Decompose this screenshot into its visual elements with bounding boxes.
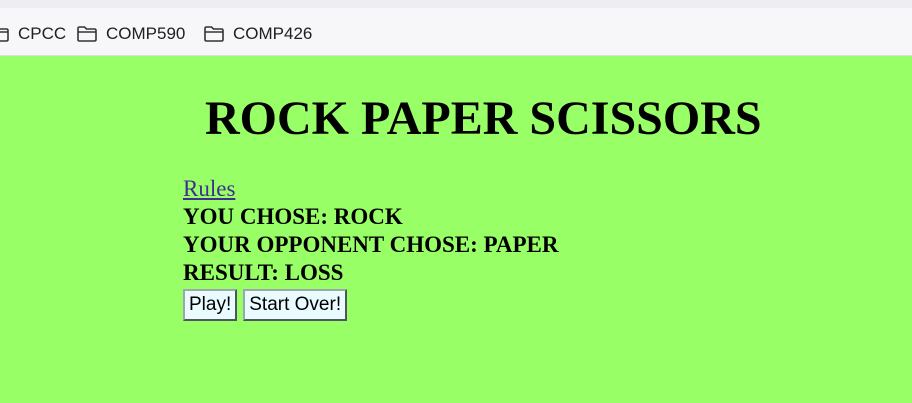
bookmarks-bar: CPCC COMP590 COMP426: [0, 8, 912, 56]
player-choice-text: YOU CHOSE: ROCK: [183, 204, 403, 229]
bookmark-comp590[interactable]: COMP590: [76, 22, 185, 46]
button-row: Play! Start Over!: [183, 289, 558, 321]
folder-icon: [76, 24, 98, 44]
page-title: ROCK PAPER SCISSORS: [205, 92, 762, 145]
game-panel: Rules YOU CHOSE: ROCK YOUR OPPONENT CHOS…: [183, 175, 558, 321]
bookmark-label: COMP590: [106, 24, 186, 43]
folder-icon: [0, 24, 10, 44]
game-page: ROCK PAPER SCISSORS Rules YOU CHOSE: ROC…: [0, 57, 912, 403]
bookmark-comp426[interactable]: COMP426: [203, 22, 312, 46]
bookmark-label: CPCC: [18, 24, 67, 43]
result-text: RESULT: LOSS: [183, 260, 344, 285]
bookmark-label: COMP426: [233, 24, 313, 43]
start-over-button[interactable]: Start Over!: [243, 289, 348, 321]
play-button[interactable]: Play!: [183, 289, 238, 321]
bookmark-cpcc[interactable]: CPCC: [0, 22, 66, 46]
browser-top-strip: [0, 0, 912, 8]
rules-link[interactable]: Rules: [183, 175, 558, 203]
folder-icon: [203, 24, 225, 44]
opponent-choice-text: YOUR OPPONENT CHOSE: PAPER: [183, 232, 559, 257]
